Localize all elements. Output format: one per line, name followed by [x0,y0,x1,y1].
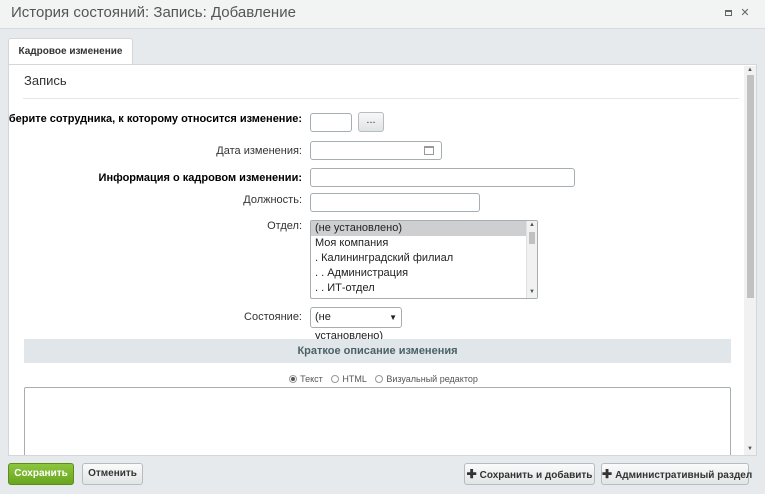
tab-personnel-change[interactable]: Кадровое изменение [8,38,133,65]
mode-html-radio[interactable]: HTML [331,374,367,384]
list-item[interactable]: Моя компания [311,236,537,251]
mode-visual-radio[interactable]: Визуальный редактор [375,374,478,384]
scroll-up-icon[interactable]: ▲ [747,67,753,73]
listbox-scrollbar[interactable]: ▲ ▼ [526,221,537,298]
save-and-add-button[interactable]: ✚ Сохранить и добавить [464,463,595,485]
list-item[interactable]: . . ИТ-отдел [311,281,537,296]
select-employee-button[interactable]: ... [358,112,384,132]
save-button[interactable]: Сохранить [8,463,74,485]
radio-icon [331,375,340,383]
description-textarea[interactable] [24,387,731,455]
radio-label: HTML [342,374,367,384]
scrollbar-thumb[interactable] [529,232,535,244]
department-label: Отдел: [267,220,302,232]
mode-text-radio[interactable]: Текст [289,374,323,384]
list-item[interactable]: . . Администрация [311,266,537,281]
position-input[interactable] [310,193,480,212]
employee-label: Выберите сотрудника, к которому относитс… [8,113,302,125]
state-select-value: (не установлено) [315,311,384,342]
plus-icon: ✚ [602,467,613,481]
state-label: Состояние: [244,311,302,323]
plus-icon: ✚ [466,467,477,481]
scroll-down-icon[interactable]: ▼ [747,446,753,452]
cancel-button[interactable]: Отменить [82,463,143,485]
calendar-icon[interactable] [424,146,434,155]
radio-label: Текст [300,374,323,384]
scrollbar-thumb[interactable] [747,75,754,298]
button-label: Сохранить и добавить [479,470,593,481]
department-listbox[interactable]: (не установлено) Моя компания . Калининг… [310,220,538,299]
section-title: Запись [24,73,67,88]
footer-toolbar: Сохранить Отменить ✚ Сохранить и добавить… [0,458,765,494]
scroll-down-icon[interactable]: ▼ [529,289,535,295]
list-item[interactable]: (не установлено) [311,221,537,236]
employee-input[interactable] [310,113,352,132]
close-icon[interactable]: ✕ [738,6,752,20]
maximize-icon[interactable] [721,6,735,20]
state-select[interactable]: (не установлено) ▼ [310,307,402,342]
radio-label: Визуальный редактор [386,374,478,384]
date-label: Дата изменения: [216,145,302,157]
scroll-up-icon[interactable]: ▲ [529,222,535,228]
info-label: Информация о кадровом изменении: [98,172,302,184]
window-title: История состояний: Запись: Добавление [11,4,296,21]
info-input[interactable] [310,168,575,187]
date-input[interactable] [310,141,442,160]
form-panel: Запись Выберите сотрудника, к которому о… [8,64,757,456]
editor-mode-switch: Текст HTML Визуальный редактор [9,374,756,385]
button-label: Административный раздел [615,470,753,481]
description-header: Краткое описание изменения [24,339,731,363]
section-divider [23,98,739,99]
radio-icon [289,375,298,383]
list-item[interactable]: . Калининградский филиал [311,251,537,266]
chevron-down-icon: ▼ [389,313,397,322]
admin-section-button[interactable]: ✚ Административный раздел [601,463,753,485]
title-bar: История состояний: Запись: Добавление ✕ [0,0,765,29]
position-label: Должность: [243,194,302,206]
page-scrollbar[interactable]: ▲ ▼ [744,66,756,455]
radio-icon [375,375,384,383]
